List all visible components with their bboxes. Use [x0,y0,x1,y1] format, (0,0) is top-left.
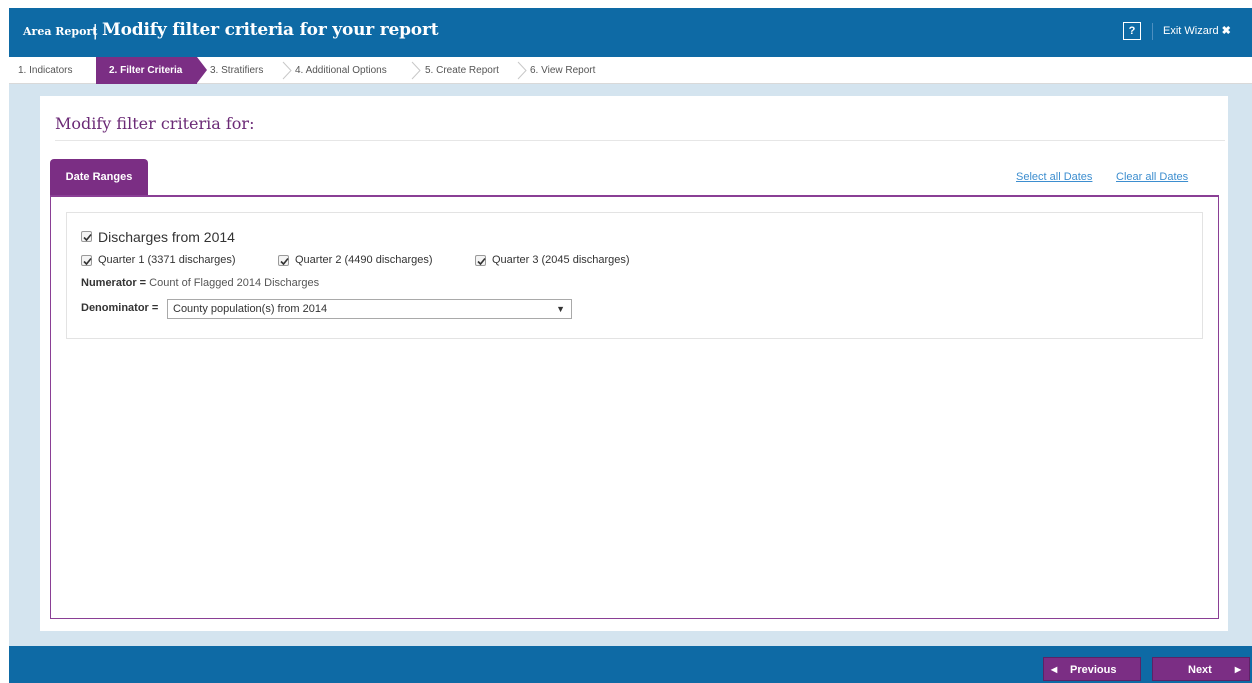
close-icon: ✖ [1221,25,1231,37]
step-stratifiers[interactable]: 3. Stratifiers [210,57,263,84]
checkmark-icon [83,257,92,266]
divider [55,140,1225,141]
numerator-row: Numerator = Count of Flagged 2014 Discha… [81,277,319,289]
step-indicators[interactable]: 1. Indicators [18,57,72,84]
chevron-right-icon [282,61,292,80]
clear-all-dates-link[interactable]: Clear all Dates [1116,171,1188,183]
select-all-dates-link[interactable]: Select all Dates [1016,171,1092,183]
discharge-group: Discharges from 2014 Quarter 1 (3371 dis… [66,212,1203,339]
step-filter-criteria[interactable]: 2. Filter Criteria [96,57,207,84]
exit-wizard-label: Exit Wizard [1163,25,1219,37]
next-label: Next [1188,664,1212,676]
quarter-2-label: Quarter 2 (4490 discharges) [295,254,433,266]
chevron-right-icon [411,61,421,80]
chevron-right-icon [517,61,527,80]
section-heading: Modify filter criteria for: [55,114,255,133]
denominator-key: Denominator = [81,302,159,314]
checkmark-icon [83,233,92,242]
previous-label: Previous [1070,664,1117,676]
wizard-footer: ◀ Previous Next ▶ [9,646,1252,683]
page-title: Modify filter criteria for your report [102,20,439,40]
quarter-1-label: Quarter 1 (3371 discharges) [98,254,236,266]
discharges-2014-label: Discharges from 2014 [98,229,235,245]
discharges-2014-checkbox[interactable] [81,231,92,242]
previous-button[interactable]: ◀ Previous [1043,657,1141,681]
numerator-value: Count of Flagged 2014 Discharges [149,277,320,289]
denominator-selected-value: County population(s) from 2014 [173,303,328,315]
quarter-2-checkbox[interactable] [278,255,289,266]
filter-card: Modify filter criteria for: Date Ranges … [40,96,1228,631]
tab-date-ranges[interactable]: Date Ranges [50,159,148,195]
header-divider [1152,23,1153,40]
step-view-report[interactable]: 6. View Report [530,57,595,84]
next-button[interactable]: Next ▶ [1152,657,1250,681]
date-ranges-panel: Discharges from 2014 Quarter 1 (3371 dis… [50,195,1219,619]
report-type-label: Area Report [23,25,98,38]
quarter-1-checkbox[interactable] [81,255,92,266]
dropdown-arrow-icon: ▼ [556,304,565,314]
checkmark-icon [280,257,289,266]
wizard-header: Area Report | Modify filter criteria for… [9,8,1252,57]
next-arrow-icon: ▶ [1234,665,1241,674]
step-create-report[interactable]: 5. Create Report [425,57,499,84]
previous-arrow-icon: ◀ [1051,665,1058,674]
quarter-3-checkbox[interactable] [475,255,486,266]
wizard-window: Area Report | Modify filter criteria for… [9,8,1252,683]
wizard-steps: 1. Indicators 2. Filter Criteria 3. Stra… [9,57,1252,84]
checkmark-icon [477,257,486,266]
denominator-select[interactable]: County population(s) from 2014 ▼ [167,299,572,319]
step-additional-options[interactable]: 4. Additional Options [295,57,387,84]
quarter-3-label: Quarter 3 (2045 discharges) [492,254,630,266]
help-button[interactable]: ? [1123,22,1141,40]
header-separator: | [93,21,98,40]
numerator-key: Numerator = [81,277,147,289]
exit-wizard-button[interactable]: Exit Wizard ✖ [1163,24,1231,37]
